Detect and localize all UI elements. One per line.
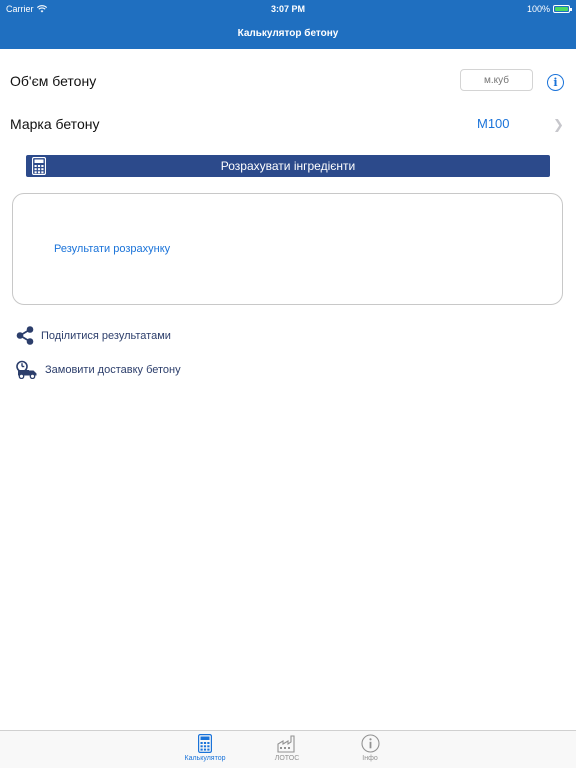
order-delivery-label: Замовити доставку бетону (45, 363, 181, 376)
navigation-bar: Калькулятор бетону (0, 18, 576, 49)
grade-select[interactable]: М100 (477, 116, 510, 131)
factory-icon (277, 735, 295, 753)
chevron-right-icon[interactable]: ❯ (553, 117, 564, 133)
volume-input[interactable] (460, 69, 533, 91)
results-placeholder: Результати розрахунку (54, 243, 171, 255)
calculate-button-label: Розрахувати інгредієнти (220, 159, 356, 173)
battery-level-fill (555, 7, 568, 11)
tab-info-label: Інфо (362, 755, 378, 762)
tab-calculator[interactable]: Калькулятор (170, 734, 240, 762)
share-results-label: Поділитися результатами (41, 329, 171, 342)
info-icon[interactable]: i (547, 74, 564, 91)
calculator-icon (198, 734, 212, 753)
tab-bar: Калькулятор ЛОТОС Інфо (0, 730, 576, 768)
share-icon (16, 326, 34, 345)
status-bar: Carrier 3:07 PM 100% (0, 0, 576, 18)
tab-lotos[interactable]: ЛОТОС (252, 734, 322, 762)
info-icon (360, 734, 380, 753)
tab-calculator-label: Калькулятор (184, 755, 226, 762)
order-delivery-button[interactable]: Замовити доставку бетону (16, 360, 181, 379)
share-results-button[interactable]: Поділитися результатами (16, 326, 171, 345)
battery-icon (553, 5, 572, 13)
grade-label: Марка бетону (10, 116, 100, 132)
delivery-truck-icon (16, 360, 38, 379)
calculate-button[interactable]: Розрахувати інгредієнти (26, 155, 550, 177)
volume-label: Об'єм бетону (10, 73, 97, 89)
battery-indicator: 100% (526, 4, 572, 14)
tab-info[interactable]: Інфо (335, 734, 405, 762)
page-title: Калькулятор бетону (237, 28, 339, 39)
battery-percent: 100% (526, 4, 550, 14)
status-time: 3:07 PM (270, 4, 305, 14)
tab-lotos-label: ЛОТОС (274, 755, 300, 762)
